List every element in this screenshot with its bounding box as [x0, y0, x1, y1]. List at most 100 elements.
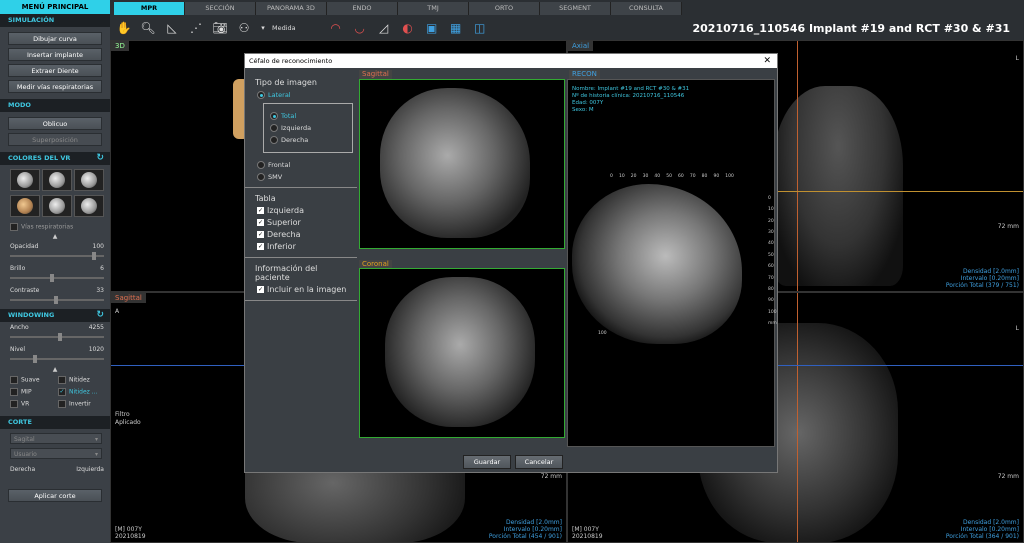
slider-knob[interactable]	[92, 252, 96, 260]
slider-opacidad[interactable]: Opacidad 100	[0, 241, 110, 263]
tab-tmj[interactable]: TMJ	[398, 2, 469, 15]
main-menu-title[interactable]: MENÚ PRINCIPAL	[0, 0, 110, 14]
option-invertir[interactable]: Invertir	[58, 400, 106, 408]
windowing-refresh-icon[interactable]: ↻	[96, 309, 104, 322]
oblique-button[interactable]: Oblicuo	[8, 117, 102, 130]
slider-track[interactable]	[10, 358, 104, 360]
ruler-tick: 20	[768, 218, 774, 224]
tab-consulta[interactable]: CONSULTA	[611, 2, 682, 15]
slider-knob[interactable]	[54, 296, 59, 304]
apply-cut-button[interactable]: Aplicar corte	[8, 489, 102, 502]
smv-radio[interactable]: SMV	[257, 173, 351, 181]
option-nitidez-plus[interactable]: ✓ Nitidez ...	[58, 388, 106, 396]
arch-tool-2-icon[interactable]: ◡	[350, 19, 370, 37]
vr-preset-3[interactable]	[74, 169, 104, 191]
slider-track[interactable]	[10, 336, 104, 338]
cancel-button[interactable]: Cancelar	[515, 455, 563, 469]
arch-tool-icon[interactable]: ◠	[326, 19, 346, 37]
tab-endo[interactable]: ENDO	[327, 2, 398, 15]
insert-implant-button[interactable]: Insertar implante	[8, 48, 102, 61]
polyline-icon[interactable]: ⋰	[186, 19, 206, 37]
slider-nivel[interactable]: Nivel 1020	[0, 344, 110, 366]
tab-orto[interactable]: ORTO	[469, 2, 540, 15]
airway-checkbox[interactable]: Vías respiratorias	[0, 221, 110, 233]
case-title: 20210716_110546 Implant #19 and RCT #30 …	[692, 22, 1010, 35]
close-icon[interactable]: ✕	[763, 54, 771, 68]
ruler-tick: 90	[768, 298, 774, 304]
left-radio[interactable]: Izquierda	[270, 124, 346, 132]
table-right-checkbox[interactable]: ✓ Derecha	[257, 230, 351, 239]
coronal-skull	[385, 277, 535, 427]
slider-value: 1020	[88, 346, 104, 353]
slider-value: 100	[92, 243, 104, 250]
slider-knob[interactable]	[58, 333, 63, 341]
recon-skull	[572, 184, 742, 344]
dropdown-arrow-icon[interactable]: ▾	[258, 19, 268, 37]
axial-crosshair-h	[773, 191, 1023, 192]
slider-track[interactable]	[10, 277, 104, 279]
measure-airway-button[interactable]: Medir vías respiratorias	[8, 80, 102, 93]
pan-hand-icon[interactable]: ✋	[114, 19, 134, 37]
camera-icon[interactable]: 📷︎	[210, 19, 230, 37]
cube-tool-icon[interactable]: ◫	[470, 19, 490, 37]
overlay-button[interactable]: Superposición	[8, 133, 102, 146]
tab-panorama-3d[interactable]: PANORAMA 3D	[256, 2, 327, 15]
slider-label: Brillo	[10, 265, 26, 272]
frontal-radio[interactable]: Frontal	[257, 161, 351, 169]
table-top-checkbox[interactable]: ✓ Superior	[257, 218, 351, 227]
collapse-arrow-icon-2[interactable]: ▲	[0, 366, 110, 374]
lateral-radio[interactable]: Lateral	[257, 91, 351, 99]
option-nitidez[interactable]: Nitidez	[58, 376, 106, 384]
slider-contraste[interactable]: Contraste 33	[0, 285, 110, 307]
slider-label: Nivel	[10, 346, 26, 353]
vr-preset-2[interactable]	[42, 169, 72, 191]
angle-icon[interactable]: ◺	[162, 19, 182, 37]
windowing-header: WINDOWING ↻	[0, 309, 110, 322]
slider-knob[interactable]	[50, 274, 54, 282]
vr-preset-4[interactable]	[10, 195, 40, 217]
slider-ancho[interactable]: Ancho 4255	[0, 322, 110, 344]
include-in-image-checkbox[interactable]: ✓ Incluir en la imagen	[257, 285, 351, 294]
cut-mode-select[interactable]: Usuario	[10, 448, 102, 460]
tab-segment[interactable]: SEGMENT	[540, 2, 611, 15]
zoom-magnifier-icon[interactable]: 🔍︎	[138, 19, 158, 37]
table-bottom-checkbox[interactable]: ✓ Inferior	[257, 242, 351, 251]
table-left-checkbox[interactable]: ✓ Izquierda	[257, 206, 351, 215]
vr-preset-6[interactable]	[74, 195, 104, 217]
ruler-tick: 90	[713, 174, 720, 179]
recon-ruler-side: 0 10 20 30 40 50 60 70 80 90 100 mm	[768, 196, 777, 326]
layout-tool-icon[interactable]: ▦	[446, 19, 466, 37]
tab-mpr[interactable]: MPR	[114, 2, 185, 15]
image-tool-icon[interactable]: ▣	[422, 19, 442, 37]
slider-brillo[interactable]: Brillo 6	[0, 263, 110, 285]
viewport-sagittal-label: Sagittal	[111, 293, 146, 303]
right-radio[interactable]: Derecha	[270, 136, 346, 144]
vr-preset-1[interactable]	[10, 169, 40, 191]
extract-tooth-button[interactable]: Extraer Diente	[8, 64, 102, 77]
slider-value: 33	[96, 287, 104, 294]
total-radio[interactable]: Total	[270, 112, 346, 120]
slider-knob[interactable]	[33, 355, 38, 363]
measure-label[interactable]: Medida	[272, 24, 296, 32]
circle-tool-icon[interactable]: ◐	[398, 19, 418, 37]
cut-plane-select[interactable]: Sagital	[10, 433, 102, 445]
vr-preset-5[interactable]	[42, 195, 72, 217]
triangle-tool-icon[interactable]: ◿	[374, 19, 394, 37]
tab-sección[interactable]: SECCIÓN	[185, 2, 256, 15]
dialog-titlebar[interactable]: Céfalo de reconocimiento ✕	[245, 54, 777, 68]
slider-track[interactable]	[10, 255, 104, 257]
option-suave[interactable]: Suave	[10, 376, 58, 384]
collapse-arrow-icon[interactable]: ▲	[0, 233, 110, 241]
option-vr[interactable]: VR	[10, 400, 58, 408]
draw-curve-button[interactable]: Dibujar curva	[8, 32, 102, 45]
sagittal-info: Densidad [2.0mm] Intervalo [0.20mm] Porció…	[488, 519, 562, 540]
viewport-3d-label: 3D	[111, 41, 129, 51]
ruler-tick: 30	[642, 174, 649, 179]
corte-header: CORTE	[0, 416, 110, 429]
axial-scan	[773, 86, 903, 286]
ruler-tick: 20	[630, 174, 637, 179]
people-icon[interactable]: ⚇	[234, 19, 254, 37]
option-mip[interactable]: MIP	[10, 388, 58, 396]
refresh-icon[interactable]: ↻	[96, 152, 104, 165]
save-button[interactable]: Guardar	[463, 455, 511, 469]
